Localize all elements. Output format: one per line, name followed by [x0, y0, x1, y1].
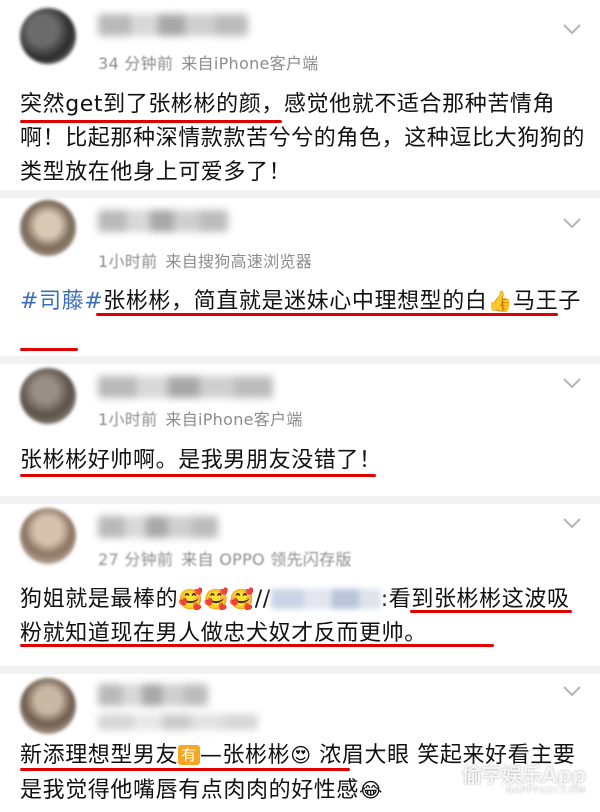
avatar[interactable] [20, 508, 76, 564]
post-text-main: 张彬彬，简直就是迷妹心中理想型的白 [103, 289, 488, 314]
username-blurred[interactable] [98, 14, 248, 36]
username-blurred[interactable] [98, 210, 228, 232]
masked-username[interactable] [270, 589, 381, 609]
highlight-underline [96, 313, 558, 316]
post-time: 34 分钟前 [98, 54, 174, 73]
thumbs-up-icon: 👍 [487, 289, 513, 313]
heart-eyes-icon: 😍 [290, 743, 312, 767]
chevron-down-icon[interactable] [562, 22, 582, 36]
avatar[interactable] [20, 678, 76, 734]
highlight-underline [20, 768, 350, 771]
post-3: 1小时前 来自iPhone客户端 张彬彬好帅啊。是我男朋友没错了！ [0, 364, 600, 496]
repost-separator: // [254, 587, 271, 612]
post-text-tail: 马王子 [513, 289, 581, 314]
watermark: 偷字娱乐App NAPPFUZI.COM [462, 759, 586, 796]
meta-blurred [98, 714, 258, 730]
badge-icon: 有 [178, 745, 200, 765]
separator [0, 356, 600, 364]
post-4: 27 分钟前 来自 OPPO 领先闪存版 狗姐就是最棒的🥰🥰🥰//:看到张彬彬这波… [0, 504, 600, 666]
chevron-down-icon[interactable] [562, 376, 582, 390]
highlight-underline [20, 474, 376, 477]
post-source: 来自搜狗高速浏览器 [165, 252, 313, 271]
laugh-cry-icon: 😂 [359, 778, 383, 802]
watermark-logo: 偷字娱乐App [461, 763, 586, 787]
avatar[interactable] [20, 368, 76, 424]
chevron-down-icon[interactable] [562, 516, 582, 530]
blush-face-icon: 🥰🥰🥰 [178, 587, 255, 611]
post-meta: 1小时前 来自iPhone客户端 [98, 406, 303, 430]
post-time: 1小时前 [98, 410, 158, 429]
username-blurred[interactable] [98, 376, 273, 398]
post-source: 来自iPhone客户端 [181, 54, 319, 73]
post-time: 1小时前 [98, 252, 158, 271]
avatar[interactable] [20, 8, 76, 64]
post-2: 1小时前 来自搜狗高速浏览器 #司藤#张彬彬，简直就是迷妹心中理想型的白👍马王子 [0, 198, 600, 356]
highlight-underline [410, 610, 572, 613]
post-meta: 1小时前 来自搜狗高速浏览器 [98, 248, 312, 272]
post-text: 张彬彬好帅啊。是我男朋友没错了！ [20, 448, 382, 473]
topic-tag[interactable]: #司藤# [20, 289, 103, 314]
separator [0, 496, 600, 504]
post-source: 来自 OPPO 领先闪存版 [181, 550, 352, 569]
highlight-underline [20, 644, 494, 647]
separator [0, 190, 600, 198]
separator [0, 666, 600, 674]
post-text-name: —张彬彬 [199, 743, 291, 768]
chevron-down-icon[interactable] [562, 684, 582, 698]
post-time: 27 分钟前 [98, 550, 174, 569]
highlight-underline [20, 120, 282, 123]
post-text: 狗姐就是最棒的🥰🥰🥰//:看到张彬彬这波吸粉就知道现在男人做忠犬奴才反而更帅。 [20, 582, 585, 651]
chevron-down-icon[interactable] [562, 216, 582, 230]
highlight-underline [20, 348, 78, 351]
post-meta: 27 分钟前 来自 OPPO 领先闪存版 [98, 546, 352, 570]
post-text-main: 新添理想型男友 [20, 743, 179, 768]
post-1: 34 分钟前 来自iPhone客户端 突然get到了张彬彬的颜，感觉他就不适合那种… [0, 0, 600, 190]
post-meta: 34 分钟前 来自iPhone客户端 [98, 50, 319, 74]
username-blurred[interactable] [98, 684, 208, 706]
username-blurred[interactable] [98, 516, 218, 538]
avatar[interactable] [20, 200, 76, 256]
post-text: 突然get到了张彬彬的颜，感觉他就不适合那种苦情角啊！比起那种深情款款苦兮兮的角… [20, 92, 586, 185]
post-source: 来自iPhone客户端 [165, 410, 303, 429]
post-text-main: 狗姐就是最棒的 [20, 587, 179, 612]
